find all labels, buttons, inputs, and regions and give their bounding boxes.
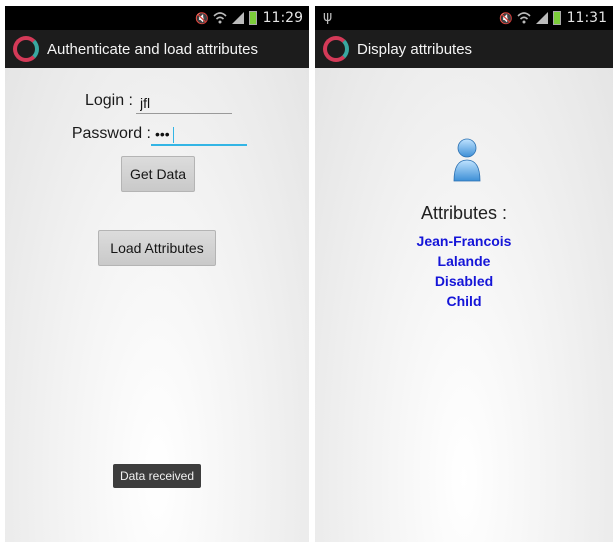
attributes-list: Jean-Francois Lalande Disabled Child <box>315 231 613 311</box>
wifi-icon <box>517 12 531 24</box>
usb-icon: ψ <box>323 9 333 25</box>
text-cursor <box>173 127 174 143</box>
load-attributes-button[interactable]: Load Attributes <box>98 230 216 266</box>
battery-icon <box>248 11 257 25</box>
battery-charging-icon <box>552 11 561 25</box>
user-icon <box>453 138 481 182</box>
toast-message: Data received <box>113 464 201 488</box>
display-attributes-screen: ψ 🔇 11:31 Display attributes Attributes … <box>315 6 613 542</box>
attributes-heading: Attributes : <box>420 203 508 223</box>
wifi-icon <box>213 12 227 24</box>
status-bar: 🔇 11:29 <box>5 6 309 30</box>
action-bar: Display attributes <box>315 30 613 68</box>
app-logo-icon[interactable] <box>323 36 349 62</box>
action-bar-title: Display attributes <box>357 40 473 58</box>
action-bar: Authenticate and load attributes <box>5 30 309 68</box>
login-label: Login : <box>84 92 133 109</box>
mute-icon: 🔇 <box>194 11 209 25</box>
status-bar: ψ 🔇 11:31 <box>315 6 613 30</box>
attribute-item: Jean-Francois <box>416 233 512 249</box>
get-data-button[interactable]: Get Data <box>121 156 195 192</box>
password-label: Password : <box>71 125 151 142</box>
login-field[interactable] <box>136 92 232 114</box>
attribute-item: Child <box>446 293 482 309</box>
attribute-item: Lalande <box>437 253 491 269</box>
signal-icon <box>535 12 548 24</box>
signal-icon <box>231 12 244 24</box>
attribute-item: Disabled <box>434 273 494 289</box>
status-time: 11:31 <box>566 10 607 26</box>
status-time: 11:29 <box>262 10 303 26</box>
mute-icon: 🔇 <box>498 11 513 25</box>
action-bar-title: Authenticate and load attributes <box>47 40 258 58</box>
password-field[interactable] <box>151 124 247 146</box>
authenticate-screen: 🔇 11:29 Authenticate and load attributes… <box>5 6 309 542</box>
app-logo-icon[interactable] <box>13 36 39 62</box>
